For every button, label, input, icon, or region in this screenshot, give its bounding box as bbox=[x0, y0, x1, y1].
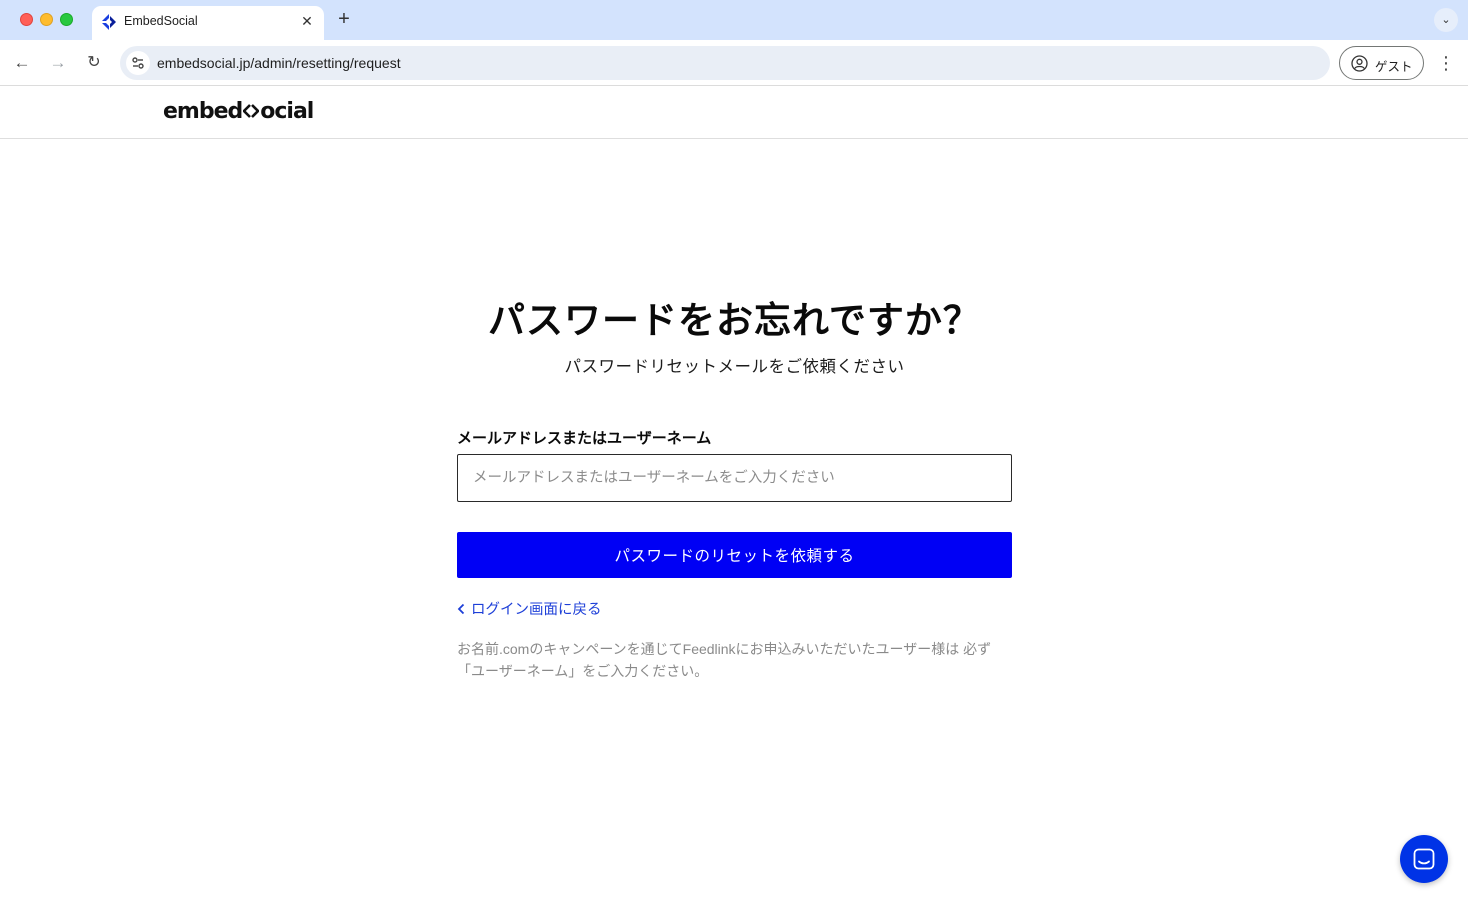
chat-launcher-button[interactable] bbox=[1400, 835, 1448, 883]
forward-arrow-icon[interactable]: → bbox=[46, 51, 70, 75]
chat-icon bbox=[1413, 848, 1435, 870]
browser-tab-active[interactable]: EmbedSocial ✕ bbox=[92, 6, 324, 40]
back-to-login-link[interactable]: ログイン画面に戻る bbox=[457, 598, 602, 619]
plus-icon[interactable]: + bbox=[334, 9, 354, 29]
reload-icon[interactable]: ↻ bbox=[82, 51, 106, 75]
window-maximize-button[interactable] bbox=[60, 13, 73, 26]
request-reset-button[interactable]: パスワードのリセットを依頼する bbox=[457, 532, 1012, 578]
window-close-button[interactable] bbox=[20, 13, 33, 26]
profile-label: ゲスト bbox=[1375, 60, 1413, 74]
chevron-left-icon bbox=[457, 603, 465, 614]
page-title: パスワードをお忘れですか？ bbox=[488, 300, 981, 341]
back-to-login-label: ログイン画面に戻る bbox=[471, 602, 602, 618]
close-icon[interactable]: ✕ bbox=[298, 12, 316, 30]
username-field[interactable] bbox=[457, 454, 1012, 502]
notice-line-1: お名前.comのキャンペーンを通じてFeedlinkにお申込みいただいたユーザー… bbox=[457, 641, 992, 657]
kebab-menu-icon[interactable]: ⋮ bbox=[1436, 51, 1456, 75]
logo-text-right: ocial bbox=[260, 99, 314, 124]
chevron-down-icon[interactable]: ⌄ bbox=[1434, 8, 1458, 32]
back-arrow-icon[interactable]: ← bbox=[10, 51, 34, 75]
window-minimize-button[interactable] bbox=[40, 13, 53, 26]
site-info-icon[interactable] bbox=[126, 51, 150, 75]
page-subtitle: パスワードリセットメールをご依頼ください bbox=[564, 358, 905, 376]
tab-title: EmbedSocial bbox=[124, 14, 198, 28]
username-field-label: メールアドレスまたはユーザーネーム bbox=[457, 430, 712, 447]
profile-button[interactable]: ゲスト bbox=[1339, 46, 1424, 80]
url-text[interactable]: embedsocial.jp/admin/resetting/request bbox=[157, 55, 401, 71]
browser-tabbar: EmbedSocial ✕ + ⌄ bbox=[0, 0, 1468, 40]
site-header: embed ocial bbox=[0, 87, 1468, 139]
logo-text-left: embed bbox=[163, 99, 243, 124]
embedsocial-favicon bbox=[102, 14, 116, 30]
notice-line-2: 「ユーザーネーム」をご入力ください。 bbox=[457, 663, 709, 679]
profile-icon bbox=[1351, 55, 1368, 72]
logo-mark-icon bbox=[243, 104, 260, 118]
username-notice: お名前.comのキャンペーンを通じてFeedlinkにお申込みいただいたユーザー… bbox=[457, 638, 1012, 682]
browser-toolbar: ← → ↻ embedsocial.jp/admin/resetting/req… bbox=[0, 40, 1468, 86]
address-bar[interactable]: embedsocial.jp/admin/resetting/request bbox=[120, 46, 1330, 80]
embedsocial-logo[interactable]: embed ocial bbox=[163, 99, 314, 124]
